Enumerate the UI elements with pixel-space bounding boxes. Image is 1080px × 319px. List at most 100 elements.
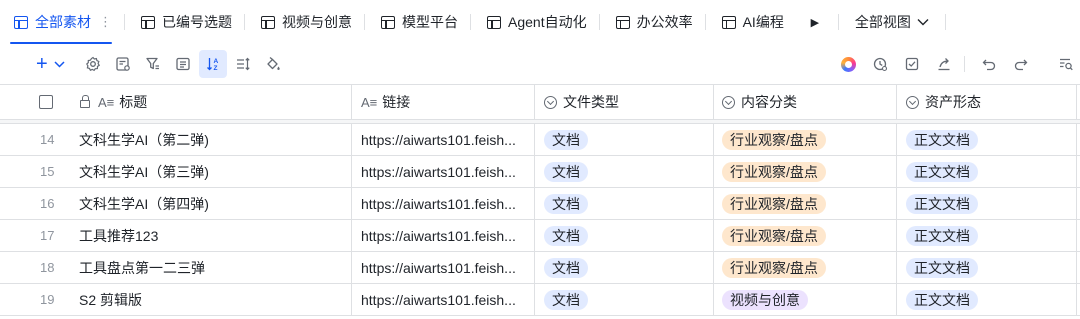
link-cell[interactable]: https://aiwarts101.feish... [352,156,535,187]
category-cell[interactable]: 行业观察/盘点 [714,252,897,283]
link-text[interactable]: https://aiwarts101.feish... [361,260,527,276]
tab-label: 模型平台 [402,14,458,30]
asset-form-cell[interactable]: 正文文档 [897,220,1077,251]
file-type-cell[interactable]: 文档 [535,284,714,315]
asset-form-cell[interactable]: 正文文档 [897,156,1077,187]
category-cell[interactable]: 行业观察/盘点 [714,188,897,219]
file-type-cell[interactable]: 文档 [535,156,714,187]
category-cell[interactable]: 行业观察/盘点 [714,156,897,187]
select-all-checkbox[interactable] [39,95,53,109]
tab-agent-automation[interactable]: Agent自动化 [473,0,597,44]
grid-view-icon [261,15,275,29]
link-cell[interactable]: https://aiwarts101.feish... [352,220,535,251]
link-text[interactable]: https://aiwarts101.feish... [361,164,527,180]
filter-button[interactable] [139,50,167,78]
table-row[interactable]: 18 工具盘点第一二三弹 https://aiwarts101.feish...… [0,252,1080,284]
table-row[interactable]: 19 S2 剪辑版 https://aiwarts101.feish... 文档… [0,284,1080,316]
link-cell[interactable]: https://aiwarts101.feish... [352,124,535,155]
history-button[interactable] [866,50,894,78]
title-cell[interactable]: 文科生学AI（第四弹) [68,188,352,219]
link-cell[interactable]: https://aiwarts101.feish... [352,284,535,315]
all-views-dropdown[interactable]: 全部视图 [841,12,943,32]
category-cell[interactable]: 视频与创意 [714,284,897,315]
toolbar: + AZ [0,44,1080,84]
text-field-icon: A≡ [98,94,115,110]
title-cell[interactable]: 工具推荐123 [68,220,352,251]
category-cell[interactable]: 行业观察/盘点 [714,220,897,251]
asset-form-cell[interactable]: 正文文档 [897,252,1077,283]
table-row[interactable]: 15 文科生学AI（第三弹) https://aiwarts101.feish.… [0,156,1080,188]
title-cell[interactable]: S2 剪辑版 [68,284,352,315]
file-type-tag: 文档 [544,161,588,182]
file-type-tag: 文档 [544,193,588,214]
category-tag: 视频与创意 [722,289,808,310]
redo-button[interactable] [1007,50,1035,78]
svg-text:Z: Z [213,65,217,72]
asset-form-cell[interactable]: 正文文档 [897,284,1077,315]
tab-model-platform[interactable]: 模型平台 [367,0,468,44]
asset-form-tag: 正文文档 [906,161,978,182]
asset-form-cell[interactable]: 正文文档 [897,124,1077,155]
lock-icon [80,95,90,108]
add-record-button[interactable]: + [36,54,65,74]
ai-assistant-button[interactable] [834,50,862,78]
tab-divider [944,14,946,30]
table-header: A≡ 标题 A≡ 链接 文件类型 内容分类 资产形态 [0,84,1080,120]
column-header-title[interactable]: A≡ 标题 [68,85,352,119]
tab-ai-programming[interactable]: AI编程 [708,0,794,44]
file-type-cell[interactable]: 文档 [535,220,714,251]
undo-button[interactable] [975,50,1003,78]
fill-color-button[interactable] [259,50,287,78]
title-cell[interactable]: 文科生学AI（第三弹) [68,156,352,187]
link-text[interactable]: https://aiwarts101.feish... [361,228,527,244]
column-header-category[interactable]: 内容分类 [714,85,897,119]
asset-form-cell[interactable]: 正文文档 [897,188,1077,219]
table-row[interactable]: 14 文科生学AI（第二弹) https://aiwarts101.feish.… [0,124,1080,156]
tabs-overflow-button[interactable]: ▶ [804,16,826,29]
group-icon [176,57,190,71]
checklist-button[interactable] [898,50,926,78]
link-text[interactable]: https://aiwarts101.feish... [361,196,527,212]
toolbar-divider [964,56,965,72]
link-cell[interactable]: https://aiwarts101.feish... [352,188,535,219]
link-text[interactable]: https://aiwarts101.feish... [361,292,527,308]
settings-button[interactable] [79,50,107,78]
settings-icon [85,56,100,72]
row-height-button[interactable] [229,50,257,78]
share-button[interactable] [930,50,958,78]
title-cell[interactable]: 文科生学AI（第二弹) [68,124,352,155]
category-tag: 行业观察/盘点 [722,257,826,278]
file-type-cell[interactable]: 文档 [535,124,714,155]
search-button[interactable] [1052,50,1080,78]
file-type-tag: 文档 [544,257,588,278]
tab-all-materials[interactable]: 全部素材 ⋮ [0,0,122,44]
table-row[interactable]: 17 工具推荐123 https://aiwarts101.feish... 文… [0,220,1080,252]
single-select-icon [906,95,919,109]
field-config-button[interactable] [109,50,137,78]
plus-icon: + [36,53,48,75]
select-all-cell[interactable] [0,85,68,119]
column-header-file-type[interactable]: 文件类型 [535,85,714,119]
link-text[interactable]: https://aiwarts101.feish... [361,132,527,148]
file-type-cell[interactable]: 文档 [535,188,714,219]
tab-numbered-topics[interactable]: 已编号选题 [127,0,242,44]
search-icon [1060,58,1073,71]
asset-form-tag: 正文文档 [906,257,978,278]
title-cell[interactable]: 工具盘点第一二三弹 [68,252,352,283]
file-type-cell[interactable]: 文档 [535,252,714,283]
table-row[interactable]: 16 文科生学AI（第四弹) https://aiwarts101.feish.… [0,188,1080,220]
tab-menu-icon[interactable]: ⋮ [99,14,112,30]
category-tag: 行业观察/盘点 [722,225,826,246]
group-button[interactable] [169,50,197,78]
tab-divider [704,14,706,30]
category-tag: 行业观察/盘点 [722,193,826,214]
sort-icon: AZ [206,58,218,72]
sort-button[interactable]: AZ [198,50,227,78]
grid-view-icon [487,15,501,29]
link-cell[interactable]: https://aiwarts101.feish... [352,252,535,283]
tab-video-creative[interactable]: 视频与创意 [247,0,362,44]
column-header-asset-form[interactable]: 资产形态 [897,85,1077,119]
column-header-link[interactable]: A≡ 链接 [352,85,535,119]
category-cell[interactable]: 行业观察/盘点 [714,124,897,155]
tab-office-efficiency[interactable]: 办公效率 [602,0,703,44]
